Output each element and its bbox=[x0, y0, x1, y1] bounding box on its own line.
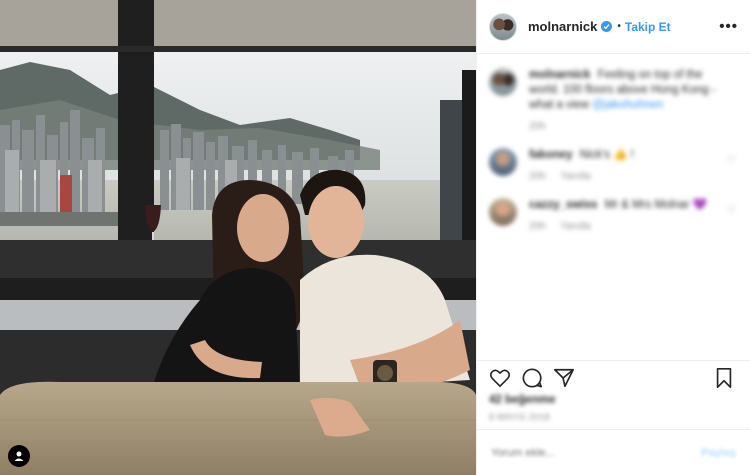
comment-body: fakoney Nick's 👍 ! 20h Yanıtla bbox=[529, 148, 719, 184]
caption-time: 20h bbox=[529, 121, 546, 132]
comment-avatar[interactable] bbox=[489, 148, 517, 176]
author-username[interactable]: molnarnick bbox=[528, 19, 597, 34]
user-tag-icon[interactable] bbox=[8, 445, 30, 467]
caption-comment: molnarnick Feeling on top of the world. … bbox=[489, 68, 738, 134]
post-header: molnarnick • Takip Et ••• bbox=[477, 0, 750, 54]
heart-icon[interactable] bbox=[489, 368, 511, 388]
instagram-post: molnarnick • Takip Et ••• molnarnick Fee… bbox=[0, 0, 750, 475]
header-separator: • bbox=[617, 21, 621, 32]
add-comment-bar: Paylaş bbox=[477, 429, 750, 475]
comment-item: cazzy_swiss Mr & Mrs Molnar 💜 20h Yanıtl… bbox=[489, 198, 738, 234]
comment-text: Nick's 👍 ! bbox=[579, 149, 634, 161]
comment-body: cazzy_swiss Mr & Mrs Molnar 💜 20h Yanıtl… bbox=[529, 198, 719, 234]
caption-body: molnarnick Feeling on top of the world. … bbox=[529, 68, 719, 134]
share-icon[interactable] bbox=[553, 367, 575, 389]
comment-text: Mr & Mrs Molnar 💜 bbox=[604, 199, 708, 211]
post-date: 8 MAYIS 2018 bbox=[489, 412, 550, 422]
comment-avatar[interactable] bbox=[489, 198, 517, 226]
comment-username[interactable]: cazzy_swiss bbox=[529, 199, 597, 211]
post-comment-button[interactable]: Paylaş bbox=[701, 447, 736, 459]
follow-button[interactable]: Takip Et bbox=[625, 20, 671, 34]
comments-list: molnarnick Feeling on top of the world. … bbox=[477, 54, 750, 354]
author-avatar[interactable] bbox=[489, 12, 517, 41]
caption-meta: 20h bbox=[529, 119, 719, 134]
more-options-icon[interactable]: ••• bbox=[719, 18, 738, 35]
caption-mention-link[interactable]: @jakohuhnen bbox=[592, 99, 663, 111]
hong-kong-couple-photo bbox=[0, 0, 476, 475]
verified-badge-icon bbox=[601, 21, 613, 32]
caption-avatar[interactable] bbox=[489, 68, 517, 96]
comment-username[interactable]: fakoney bbox=[529, 149, 572, 161]
post-side-panel: molnarnick • Takip Et ••• molnarnick Fee… bbox=[476, 0, 750, 475]
comment-item: fakoney Nick's 👍 ! 20h Yanıtla ♡ bbox=[489, 148, 738, 184]
reply-button[interactable]: Yanıtla bbox=[560, 221, 590, 232]
comment-meta: 20h Yanıtla bbox=[529, 219, 719, 234]
reply-button[interactable]: Yanıtla bbox=[560, 171, 590, 182]
comment-input[interactable] bbox=[491, 446, 702, 459]
post-photo[interactable] bbox=[0, 0, 476, 475]
comment-meta: 20h Yanıtla bbox=[529, 169, 719, 184]
bookmark-icon[interactable] bbox=[714, 367, 734, 389]
post-actions-bar bbox=[477, 360, 750, 394]
comment-icon[interactable] bbox=[521, 367, 543, 389]
comment-time: 20h bbox=[529, 221, 546, 232]
caption-username[interactable]: molnarnick bbox=[529, 69, 590, 81]
likes-count[interactable]: 42 beğenme bbox=[489, 394, 555, 406]
comment-time: 20h bbox=[529, 171, 546, 182]
comment-like-heart-icon[interactable]: ♡ bbox=[727, 155, 736, 166]
comment-like-heart-icon[interactable]: ♡ bbox=[727, 205, 736, 216]
